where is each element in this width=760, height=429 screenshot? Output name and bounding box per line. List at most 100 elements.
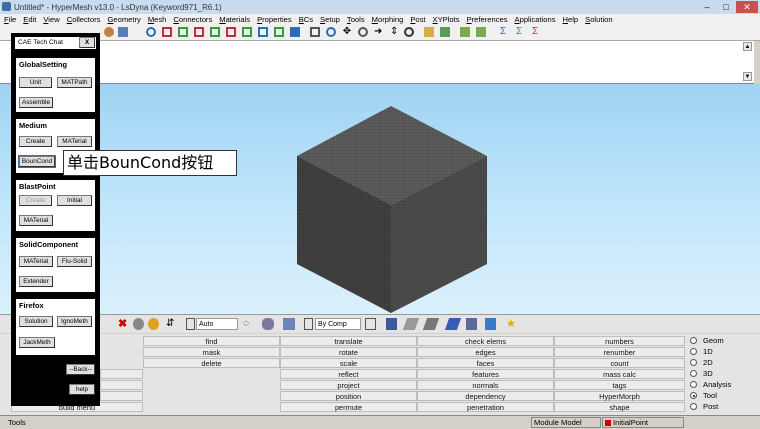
medium-material-button[interactable]: MATerial (57, 136, 92, 147)
panel-mask[interactable]: mask (143, 347, 280, 357)
close-window-button[interactable]: ✕ (736, 1, 758, 13)
minimize-button[interactable]: – (698, 1, 716, 13)
radio-1d[interactable]: 1D (690, 347, 713, 356)
shade-icon[interactable] (262, 318, 274, 330)
menu-geometry[interactable]: Geometry (107, 15, 140, 24)
panel-tags[interactable]: tags (554, 380, 685, 390)
view-iso-icon[interactable] (274, 27, 284, 37)
view-left-icon[interactable] (210, 27, 220, 37)
radio-analysis[interactable]: Analysis (690, 380, 731, 389)
panel-project[interactable]: project (280, 380, 417, 390)
panel-permute[interactable]: permute (280, 402, 417, 412)
updown-icon[interactable]: ⇕ (390, 27, 400, 37)
delete-x-icon[interactable]: ✖ (118, 318, 127, 330)
zoom-icon[interactable] (146, 27, 156, 37)
panel-hypermorph[interactable]: HyperMorph (554, 391, 685, 401)
radio-3d[interactable]: 3D (690, 369, 713, 378)
blast-initial-button[interactable]: Initial (57, 195, 92, 206)
sigma-icon[interactable]: Σ (500, 27, 510, 37)
panel-rotate[interactable]: rotate (280, 347, 417, 357)
panel-position[interactable]: position (280, 391, 417, 401)
blast-create-button[interactable]: Create (19, 195, 52, 206)
plane3-icon[interactable] (444, 318, 462, 330)
panel-penetration[interactable]: penetration (417, 402, 554, 412)
color-icon[interactable] (148, 318, 159, 330)
menu-connectors[interactable]: Connectors (173, 15, 212, 24)
menu-preferences[interactable]: Preferences (467, 15, 508, 24)
circle-icon[interactable] (404, 27, 414, 37)
view-icon[interactable] (466, 318, 477, 330)
ignometh-button[interactable]: IgnoMeth (57, 316, 92, 327)
user-icon[interactable] (104, 27, 114, 37)
menu-collectors[interactable]: Collectors (67, 15, 101, 24)
radio-geom[interactable]: Geom (690, 336, 724, 345)
pan-icon[interactable]: ✥ (342, 27, 352, 37)
menu-solution[interactable]: Solution (585, 15, 612, 24)
zoom-window-icon[interactable] (326, 27, 336, 37)
cube-model[interactable] (0, 84, 760, 314)
menu-mesh[interactable]: Mesh (148, 15, 167, 24)
menu-file[interactable]: File (4, 15, 16, 24)
view-front-icon[interactable] (178, 27, 188, 37)
flu-solid-button[interactable]: Flu-Solid (57, 256, 92, 267)
folder-icon[interactable] (424, 27, 434, 37)
unit-button[interactable]: Unit (19, 77, 52, 88)
assemble-button[interactable]: Assemble (19, 97, 53, 108)
solution-button[interactable]: Solution (19, 316, 53, 327)
plane2-icon[interactable] (422, 318, 440, 330)
view-bottom-icon[interactable] (258, 27, 268, 37)
panel-faces[interactable]: faces (417, 358, 554, 368)
auto-select[interactable]: Auto (196, 318, 238, 330)
back-button[interactable]: --Back-- (66, 364, 95, 375)
menu-properties[interactable]: Properties (257, 15, 292, 24)
sigma-list-icon[interactable]: Σ (516, 27, 526, 37)
cube-display-icon[interactable] (283, 318, 295, 330)
star-icon[interactable]: ★ (506, 318, 516, 330)
menu-setup[interactable]: Setup (320, 15, 340, 24)
menu-xyplots[interactable]: XYPlots (433, 15, 460, 24)
panel-mass-calc[interactable]: mass calc (554, 369, 685, 379)
extender-button[interactable]: Extender (19, 276, 53, 287)
panel-edges[interactable]: edges (417, 347, 554, 357)
menu-bcs[interactable]: BCs (299, 15, 313, 24)
maximize-button[interactable]: □ (717, 1, 735, 13)
plane-icon[interactable] (402, 318, 420, 330)
bouncond-button[interactable]: BounCond (18, 155, 56, 168)
view-back-icon[interactable] (194, 27, 204, 37)
command-window[interactable]: ▲ ▼ (0, 41, 754, 84)
fit-icon[interactable] (310, 27, 320, 37)
scroll-up-icon[interactable]: ▲ (743, 42, 752, 51)
component-icon[interactable] (440, 27, 450, 37)
panel-translate[interactable]: translate (280, 336, 417, 346)
radio-tool[interactable]: Tool (690, 391, 717, 400)
panel-delete[interactable]: delete (143, 358, 280, 368)
radio-post[interactable]: Post (690, 402, 718, 411)
wire-icon[interactable] (365, 318, 376, 330)
help-button[interactable]: help (69, 384, 95, 395)
lasso-icon[interactable]: ◌ (243, 318, 249, 330)
tech-chat-close-button[interactable]: X (79, 37, 95, 48)
view-top-icon[interactable] (242, 27, 252, 37)
import-icon[interactable] (460, 27, 470, 37)
open-model-icon[interactable] (118, 27, 128, 37)
solid-icon[interactable] (386, 318, 397, 330)
blast-material-button[interactable]: MATerial (19, 215, 53, 226)
sigma-check-icon[interactable]: Σ (532, 27, 542, 37)
menu-edit[interactable]: Edit (23, 15, 36, 24)
panel-normals[interactable]: normals (417, 380, 554, 390)
mask-icon[interactable] (133, 318, 144, 330)
view-save-icon[interactable] (290, 27, 300, 37)
panel-features[interactable]: features (417, 369, 554, 379)
panel-numbers[interactable]: numbers (554, 336, 685, 346)
menu-view[interactable]: View (43, 15, 59, 24)
solid-material-button[interactable]: MATerial (19, 256, 53, 267)
spin-icon[interactable] (358, 27, 368, 37)
panel-find[interactable]: find (143, 336, 280, 346)
panel-dependency[interactable]: dependency (417, 391, 554, 401)
graphics-viewport[interactable] (0, 84, 760, 314)
jackmeth-button[interactable]: JackMeth (19, 337, 55, 348)
arrow-icon[interactable]: ➜ (374, 27, 384, 37)
radio-2d[interactable]: 2D (690, 358, 713, 367)
scroll-down-icon[interactable]: ▼ (743, 72, 752, 81)
view-right-icon[interactable] (226, 27, 236, 37)
